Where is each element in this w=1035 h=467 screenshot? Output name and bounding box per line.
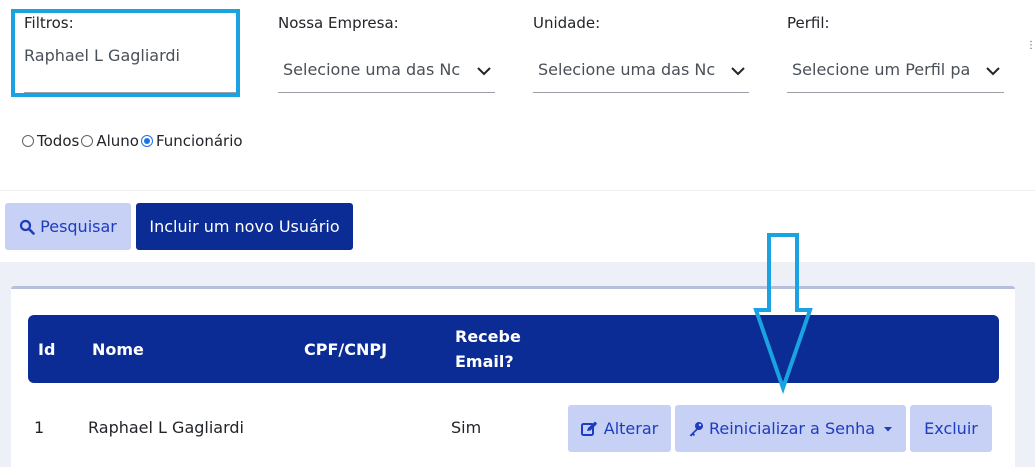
scroll-edge-mark: ⋮ <box>1026 40 1035 51</box>
delete-button-label: Excluir <box>924 419 978 438</box>
caret-down-icon <box>884 426 893 431</box>
edit-button[interactable]: Alterar <box>568 405 671 452</box>
row-email: Sim <box>451 418 482 437</box>
reset-password-button-label: Reinicializar a Senha <box>708 419 876 438</box>
key-icon <box>689 421 703 436</box>
chevron-down-icon[interactable] <box>475 62 493 80</box>
add-user-button-label: Incluir um novo Usuário <box>149 217 340 236</box>
perfil-label: Perfil: <box>787 14 830 32</box>
unidade-underline <box>533 92 749 93</box>
search-icon <box>20 219 35 235</box>
header-cpf: CPF/CNPJ <box>304 340 388 359</box>
unidade-label: Unidade: <box>533 14 601 32</box>
reset-password-button[interactable]: Reinicializar a Senha <box>675 405 906 452</box>
header-id: Id <box>38 340 56 359</box>
radio-aluno[interactable]: Aluno <box>81 132 139 150</box>
row-nome: Raphael L Gagliardi <box>88 418 244 437</box>
radio-aluno-dot[interactable] <box>81 135 94 147</box>
delete-button[interactable]: Excluir <box>910 405 992 452</box>
add-user-button[interactable]: Incluir um novo Usuário <box>136 203 353 250</box>
unidade-field: Unidade: <box>533 14 600 32</box>
table-header: Id Nome CPF/CNPJ Recebe Email? <box>28 315 999 383</box>
highlight-annotation-box <box>11 9 240 97</box>
edit-icon <box>580 421 597 436</box>
perfil-select[interactable]: Selecione um Perfil pa <box>792 60 974 79</box>
type-radio-group: Todos Aluno Funcionário <box>22 132 245 150</box>
header-email-line1: Recebe <box>455 327 521 346</box>
chevron-down-icon[interactable] <box>729 62 747 80</box>
search-button-label: Pesquisar <box>40 217 117 236</box>
perfil-field: Perfil: <box>787 14 830 32</box>
radio-aluno-label: Aluno <box>96 132 139 150</box>
empresa-underline <box>278 92 495 93</box>
perfil-underline <box>787 92 1004 93</box>
radio-todos[interactable]: Todos <box>22 132 79 150</box>
down-arrow-annotation <box>753 233 813 395</box>
edit-button-label: Alterar <box>603 419 659 438</box>
chevron-down-icon[interactable] <box>984 62 1002 80</box>
empresa-label: Nossa Empresa: <box>278 14 399 32</box>
unidade-select[interactable]: Selecione uma das Nc <box>538 60 718 79</box>
radio-funcionario-label: Funcionário <box>155 132 243 150</box>
filters-panel: Filtros: Raphael L Gagliardi Nossa Empre… <box>0 0 1035 190</box>
divider <box>0 190 1035 191</box>
radio-todos-label: Todos <box>37 132 80 150</box>
header-nome: Nome <box>92 340 144 359</box>
header-email-line2: Email? <box>455 352 514 371</box>
search-button[interactable]: Pesquisar <box>5 203 131 250</box>
empresa-select[interactable]: Selecione uma das Nc <box>283 60 463 79</box>
radio-funcionario[interactable]: Funcionário <box>140 132 243 150</box>
radio-todos-dot[interactable] <box>22 135 34 147</box>
row-id: 1 <box>34 418 45 437</box>
empresa-field: Nossa Empresa: <box>278 14 399 32</box>
radio-funcionario-dot[interactable] <box>140 135 153 147</box>
